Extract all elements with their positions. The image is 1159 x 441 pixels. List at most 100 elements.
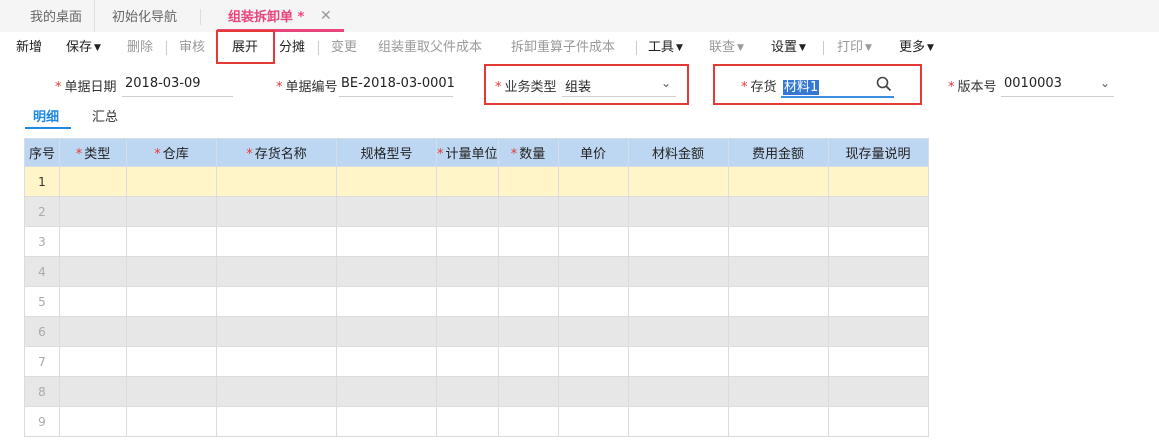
- grid-cell[interactable]: [336, 406, 437, 437]
- grid-cell[interactable]: [126, 256, 217, 287]
- version-select[interactable]: 0010003: [1004, 76, 1062, 91]
- grid-cell[interactable]: [59, 316, 127, 347]
- grid-cell[interactable]: [557, 196, 629, 227]
- grid-cell[interactable]: [336, 196, 437, 227]
- grid-cell[interactable]: [216, 226, 337, 257]
- grid-cell[interactable]: [436, 196, 499, 227]
- grid-cell[interactable]: [627, 166, 729, 197]
- recalc-child-cost-button[interactable]: 拆卸重算子件成本: [511, 32, 615, 63]
- table-row[interactable]: 2: [24, 196, 929, 227]
- number-field[interactable]: BE-2018-03-0001: [341, 76, 455, 91]
- save-button[interactable]: 保存 ▼: [66, 32, 101, 63]
- grid-cell[interactable]: [727, 406, 829, 437]
- tab-assembly-disassembly[interactable]: 组装拆卸单 *: [228, 0, 304, 32]
- grid-cell[interactable]: [336, 256, 437, 287]
- grid-cell[interactable]: [557, 376, 629, 407]
- audit-button[interactable]: 审核: [179, 32, 205, 63]
- grid-cell[interactable]: [497, 166, 559, 197]
- grid-cell[interactable]: [216, 346, 337, 377]
- grid-cell[interactable]: [557, 316, 629, 347]
- date-field[interactable]: 2018-03-09: [125, 76, 201, 91]
- grid-cell[interactable]: [557, 346, 629, 377]
- grid-cell[interactable]: [727, 316, 829, 347]
- grid-cell[interactable]: [497, 316, 559, 347]
- grid-cell[interactable]: [497, 256, 559, 287]
- grid-cell[interactable]: [497, 376, 559, 407]
- grid-cell[interactable]: [336, 316, 437, 347]
- grid-cell[interactable]: [216, 286, 337, 317]
- grid-cell[interactable]: [827, 196, 929, 227]
- grid-cell[interactable]: [827, 346, 929, 377]
- grid-cell[interactable]: [126, 406, 217, 437]
- grid-cell[interactable]: [436, 376, 499, 407]
- grid-cell[interactable]: [126, 286, 217, 317]
- grid-cell[interactable]: [336, 166, 437, 197]
- grid-cell[interactable]: [336, 226, 437, 257]
- grid-cell[interactable]: [827, 406, 929, 437]
- table-row[interactable]: 6: [24, 316, 929, 347]
- tab-my-desktop[interactable]: 我的桌面: [30, 0, 96, 32]
- grid-cell[interactable]: [727, 226, 829, 257]
- allocate-button[interactable]: 分摊: [279, 32, 305, 63]
- grid-cell[interactable]: [436, 256, 499, 287]
- grid-cell[interactable]: [627, 406, 729, 437]
- grid-cell[interactable]: [627, 226, 729, 257]
- grid-cell[interactable]: [827, 376, 929, 407]
- grid-cell[interactable]: [436, 346, 499, 377]
- grid-cell[interactable]: [216, 376, 337, 407]
- grid-cell[interactable]: [557, 226, 629, 257]
- grid-cell[interactable]: [336, 286, 437, 317]
- grid-cell[interactable]: [59, 346, 127, 377]
- grid-cell[interactable]: [59, 166, 127, 197]
- grid-cell[interactable]: [216, 166, 337, 197]
- close-icon[interactable]: ✕: [320, 8, 332, 24]
- grid-cell[interactable]: [436, 316, 499, 347]
- grid-cell[interactable]: [727, 286, 829, 317]
- grid-cell[interactable]: [827, 256, 929, 287]
- grid-cell[interactable]: [627, 286, 729, 317]
- grid-cell[interactable]: [727, 166, 829, 197]
- grid-cell[interactable]: [557, 406, 629, 437]
- table-row[interactable]: 9: [24, 406, 929, 437]
- grid-cell[interactable]: [827, 316, 929, 347]
- grid-cell[interactable]: [216, 406, 337, 437]
- grid-cell[interactable]: [59, 376, 127, 407]
- delete-button[interactable]: 删除: [127, 32, 153, 63]
- grid-cell[interactable]: [126, 196, 217, 227]
- recalc-parent-cost-button[interactable]: 组装重取父件成本: [378, 32, 482, 63]
- grid-cell[interactable]: [497, 226, 559, 257]
- grid-cell[interactable]: [827, 286, 929, 317]
- tab-detail[interactable]: 明细: [33, 106, 59, 125]
- grid-cell[interactable]: [126, 346, 217, 377]
- grid-cell[interactable]: [126, 376, 217, 407]
- grid-cell[interactable]: [126, 316, 217, 347]
- grid-cell[interactable]: [497, 286, 559, 317]
- grid-cell[interactable]: [59, 226, 127, 257]
- linked-query-menu[interactable]: 联查 ▼: [709, 32, 744, 63]
- grid-cell[interactable]: [126, 226, 217, 257]
- grid-cell[interactable]: [557, 166, 629, 197]
- grid-cell[interactable]: [627, 346, 729, 377]
- more-menu[interactable]: 更多 ▼: [899, 32, 934, 63]
- grid-cell[interactable]: [557, 256, 629, 287]
- grid-cell[interactable]: [497, 196, 559, 227]
- grid-cell[interactable]: [436, 286, 499, 317]
- grid-cell[interactable]: [59, 286, 127, 317]
- grid-cell[interactable]: [59, 196, 127, 227]
- chevron-down-icon[interactable]: ⌄: [1100, 76, 1110, 90]
- grid-cell[interactable]: [336, 346, 437, 377]
- change-button[interactable]: 变更: [331, 32, 357, 63]
- grid-cell[interactable]: [436, 226, 499, 257]
- grid-cell[interactable]: [627, 376, 729, 407]
- table-row[interactable]: 4: [24, 256, 929, 287]
- table-row[interactable]: 5: [24, 286, 929, 317]
- grid-cell[interactable]: [827, 166, 929, 197]
- grid-cell[interactable]: [727, 346, 829, 377]
- table-row[interactable]: 3: [24, 226, 929, 257]
- grid-cell[interactable]: [827, 226, 929, 257]
- grid-cell[interactable]: [59, 406, 127, 437]
- settings-menu[interactable]: 设置 ▼: [771, 32, 806, 63]
- grid-cell[interactable]: [59, 256, 127, 287]
- grid-cell[interactable]: [557, 286, 629, 317]
- grid-cell[interactable]: [627, 196, 729, 227]
